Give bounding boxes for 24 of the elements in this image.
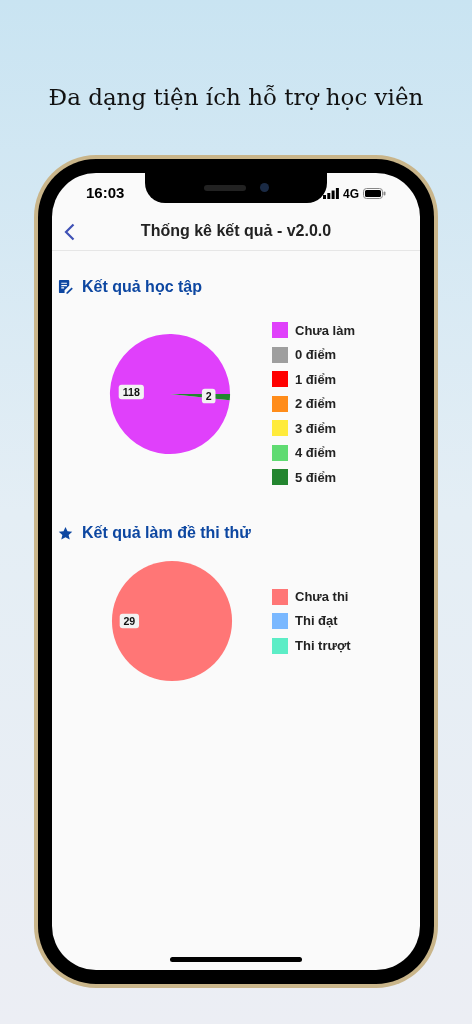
battery-icon: [363, 188, 386, 199]
status-time: 16:03: [86, 183, 125, 204]
back-icon: [63, 222, 75, 241]
legend-label: 1 điểm: [295, 370, 337, 389]
signal-icon: [323, 188, 339, 199]
data-label: 29: [123, 614, 136, 627]
legend-label: Thi đạt: [295, 612, 338, 631]
section-title: Kết quả làm đề thi thử: [82, 523, 251, 543]
legend-label: 4 điểm: [295, 444, 337, 462]
legend-label: Chưa thi: [295, 587, 349, 606]
data-label: 2: [205, 389, 212, 402]
legend-label: 3 điểm: [295, 419, 337, 438]
legend-label: 2 điểm: [295, 395, 337, 413]
note-edit-icon: [58, 279, 73, 294]
screen-title: Thống kê kết quả - v2.0.0: [140, 221, 332, 241]
section-title: Kết quả học tập: [82, 276, 202, 297]
star-icon: [58, 525, 73, 541]
legend-label: Chưa làm: [295, 321, 355, 340]
legend-label: Thi trượt: [295, 636, 351, 655]
legend-label: 5 điểm: [295, 468, 337, 487]
legend-label: 0 điểm: [295, 346, 337, 364]
data-label: 118: [122, 385, 140, 398]
headline: Đa dạng tiện ích hỗ trợ học viên: [48, 83, 424, 112]
network-label: 4G: [343, 185, 359, 203]
